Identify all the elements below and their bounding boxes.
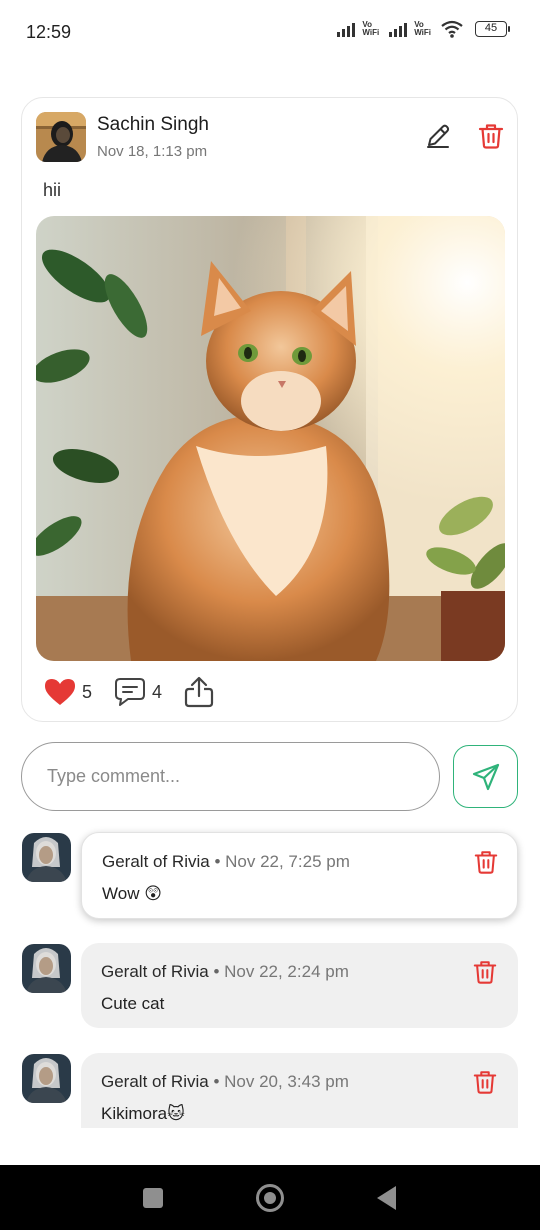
heart-icon bbox=[45, 679, 75, 705]
comment-header: Geralt of Rivia • Nov 22, 2:24 pm bbox=[101, 962, 349, 982]
commenter-name[interactable]: Geralt of Rivia bbox=[101, 962, 209, 981]
delete-comment-button[interactable] bbox=[472, 959, 498, 985]
comment-input[interactable] bbox=[21, 742, 440, 811]
comment-text: Cute cat bbox=[101, 994, 165, 1013]
comment-time: Nov 22, 7:25 pm bbox=[225, 852, 350, 871]
battery-icon: 45 bbox=[475, 21, 510, 37]
share-icon bbox=[184, 676, 214, 708]
status-icons: Vo WiFi Vo WiFi 45 bbox=[337, 20, 510, 38]
like-count: 5 bbox=[82, 681, 93, 702]
comment-header: Geralt of Rivia • Nov 20, 3:43 pm bbox=[101, 1072, 349, 1092]
cat-photo bbox=[36, 216, 505, 661]
commenter-name[interactable]: Geralt of Rivia bbox=[101, 1072, 209, 1091]
comment-bubble: Geralt of Rivia • Nov 20, 3:43 pm Kikimo… bbox=[81, 1053, 518, 1128]
status-time: 12:59 bbox=[26, 22, 72, 42]
back-button[interactable] bbox=[377, 1186, 396, 1210]
comment-time: Nov 20, 3:43 pm bbox=[224, 1072, 349, 1091]
author-avatar[interactable] bbox=[36, 112, 86, 162]
delete-comment-button[interactable] bbox=[472, 1069, 498, 1095]
post-text: hii bbox=[43, 180, 62, 200]
commenter-avatar[interactable] bbox=[22, 833, 71, 882]
commenter-name[interactable]: Geralt of Rivia bbox=[102, 852, 210, 871]
commenter-avatar[interactable] bbox=[22, 1054, 71, 1103]
comment-icon bbox=[115, 678, 146, 706]
comment-time: Nov 22, 2:24 pm bbox=[224, 962, 349, 981]
app-screen: 12:59 Vo WiFi Vo WiFi 45 Sachin Singh No… bbox=[0, 0, 540, 1230]
comment-count: 4 bbox=[152, 681, 163, 702]
comment-text: Wow 😲 bbox=[102, 884, 162, 903]
post-time: Nov 18, 1:13 pm bbox=[97, 143, 208, 160]
status-bar: 12:59 Vo WiFi Vo WiFi 45 bbox=[0, 0, 540, 64]
post-image[interactable] bbox=[36, 216, 505, 661]
wifi-icon bbox=[441, 20, 463, 38]
like-button[interactable]: 5 bbox=[44, 678, 92, 706]
signal-icon bbox=[389, 21, 408, 37]
share-button[interactable] bbox=[184, 676, 214, 708]
commenter-avatar[interactable] bbox=[22, 944, 71, 993]
signal-icon bbox=[337, 21, 356, 37]
edit-button[interactable] bbox=[424, 122, 452, 150]
battery-level: 45 bbox=[475, 21, 507, 37]
home-button[interactable] bbox=[256, 1184, 284, 1212]
send-icon bbox=[472, 763, 499, 790]
trash-icon bbox=[474, 851, 498, 874]
post-actions: 5 4 bbox=[44, 675, 236, 709]
vowifi-label: Vo WiFi bbox=[362, 20, 380, 37]
post-card: Sachin Singh Nov 18, 1:13 pm hii 5 4 bbox=[21, 97, 518, 722]
comment-header: Geralt of Rivia • Nov 22, 7:25 pm bbox=[102, 852, 350, 872]
trash-icon bbox=[473, 1071, 497, 1094]
delete-post-button[interactable] bbox=[477, 122, 505, 150]
author-name[interactable]: Sachin Singh bbox=[97, 114, 209, 136]
comment-button[interactable]: 4 bbox=[114, 677, 162, 707]
trash-icon bbox=[473, 961, 497, 984]
pencil-icon bbox=[427, 124, 450, 148]
trash-icon bbox=[478, 124, 504, 149]
delete-comment-button[interactable] bbox=[473, 849, 499, 875]
comment-bubble: Geralt of Rivia • Nov 22, 2:24 pm Cute c… bbox=[81, 943, 518, 1028]
separator-dot: • bbox=[213, 962, 220, 981]
comment-text: Kikimora🐱 bbox=[101, 1104, 185, 1123]
send-comment-button[interactable] bbox=[453, 745, 518, 808]
recents-button[interactable] bbox=[143, 1188, 163, 1208]
separator-dot: • bbox=[213, 1072, 220, 1091]
separator-dot: • bbox=[214, 852, 221, 871]
system-nav-bar bbox=[0, 1165, 540, 1230]
comment-bubble: Geralt of Rivia • Nov 22, 7:25 pm Wow 😲 bbox=[81, 832, 518, 919]
vowifi-label: Vo WiFi bbox=[414, 20, 431, 37]
